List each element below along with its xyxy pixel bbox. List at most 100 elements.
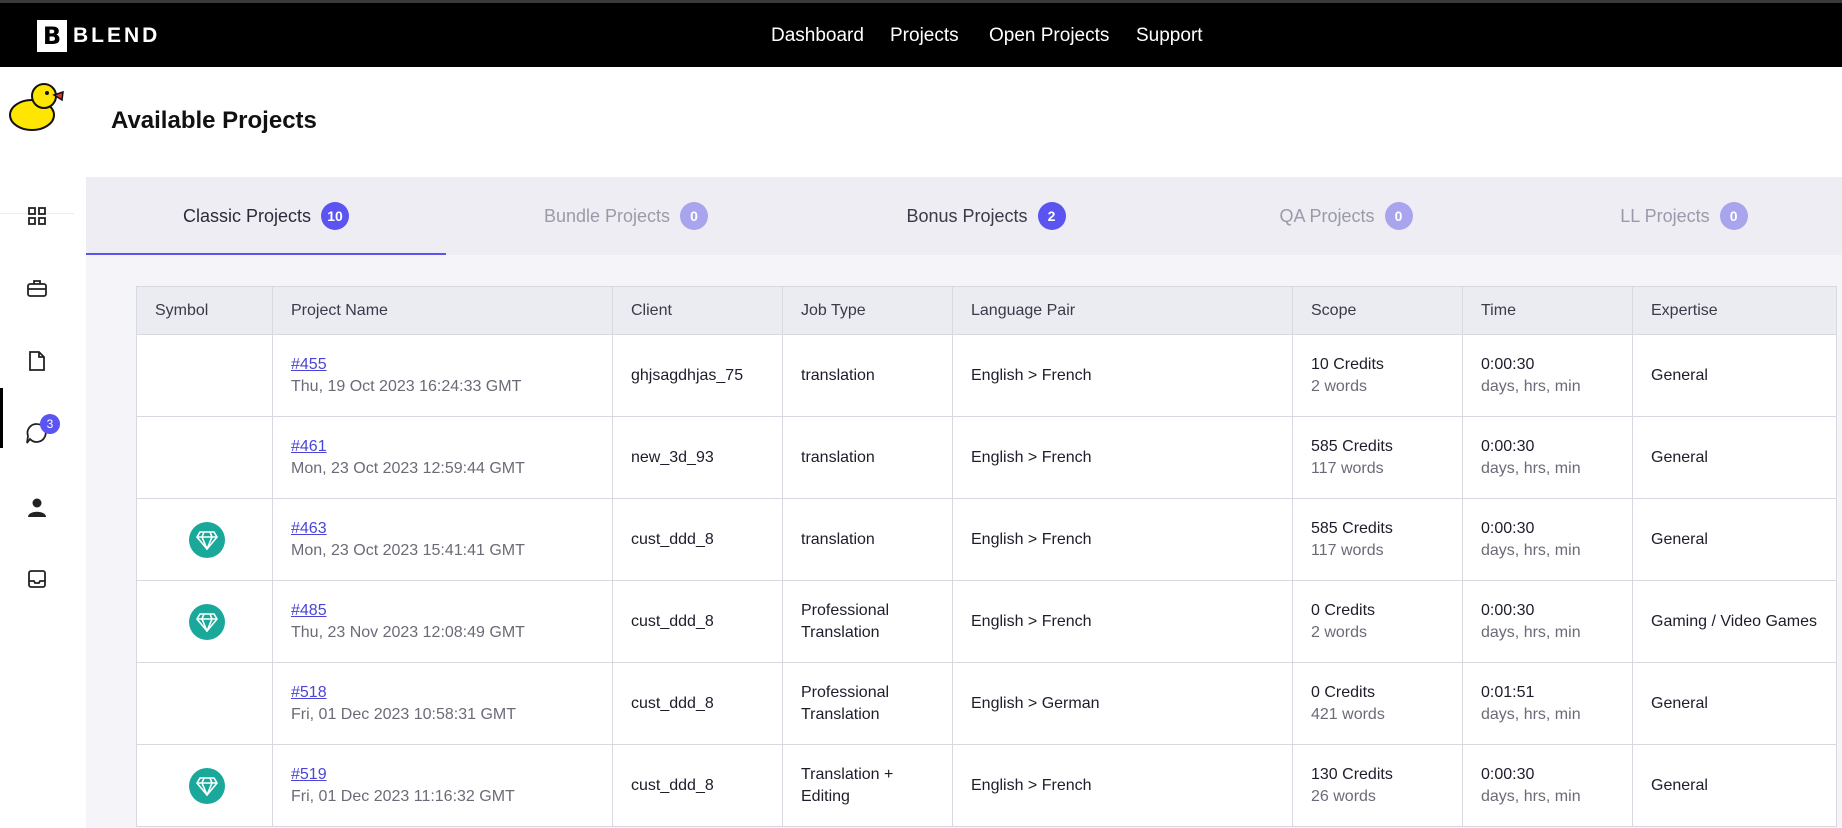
project-link[interactable]: #461: [291, 436, 612, 458]
project-link[interactable]: #519: [291, 764, 612, 786]
expertise-cell: General: [1632, 334, 1837, 417]
job-type-cell: Professional Translation: [782, 662, 953, 745]
language-pair-cell: English > French: [952, 580, 1293, 663]
symbol-cell: [136, 662, 273, 745]
tab-classic-projects[interactable]: Classic Projects 10: [86, 177, 446, 255]
project-date: Fri, 01 Dec 2023 10:58:31 GMT: [291, 705, 516, 723]
language-pair-cell: English > French: [952, 498, 1293, 581]
nav-dashboard[interactable]: Dashboard: [771, 25, 864, 47]
nav-support[interactable]: Support: [1136, 25, 1203, 47]
project-link[interactable]: #485: [291, 600, 612, 622]
table-row[interactable]: #519 Fri, 01 Dec 2023 11:16:32 GMT cust_dd…: [136, 744, 1837, 827]
diamond-icon: [189, 521, 225, 558]
header-project-name[interactable]: Project Name: [272, 286, 613, 335]
projects-table: Symbol Project Name Client Job Type Lang…: [136, 286, 1837, 827]
scope-words: 26 words: [1311, 787, 1376, 805]
expertise-cell: General: [1632, 498, 1837, 581]
time-cell: 0:00:30 days, hrs, min: [1462, 744, 1633, 827]
tab-label: QA Projects: [1279, 205, 1375, 226]
tab-label: Classic Projects: [182, 205, 312, 226]
job-type-cell: translation: [782, 334, 953, 417]
time-value: 0:00:30: [1481, 601, 1535, 619]
sidebar: 3: [0, 67, 74, 828]
tab-count-badge: 0: [1384, 202, 1413, 230]
scope-credits: 0 Credits: [1311, 683, 1376, 701]
inbox-icon[interactable]: [24, 566, 50, 592]
tab-ll-projects[interactable]: LL Projects 0: [1526, 177, 1842, 255]
client-cell: ghjsagdhjas_75: [612, 334, 783, 417]
language-pair-cell: English > German: [952, 662, 1293, 745]
client-cell: cust_ddd_8: [612, 744, 783, 827]
table-row[interactable]: #455 Thu, 19 Oct 2023 16:24:33 GMT ghjsagd…: [136, 334, 1837, 417]
project-name-cell: #485 Thu, 23 Nov 2023 12:08:49 GMT: [272, 580, 613, 663]
time-unit: days, hrs, min: [1481, 541, 1581, 559]
time-value: 0:00:30: [1481, 519, 1535, 537]
client-cell: cust_ddd_8: [612, 662, 783, 745]
table-row[interactable]: #461 Mon, 23 Oct 2023 12:59:44 GMT new_3d_…: [136, 416, 1837, 499]
tab-count-badge: 0: [680, 202, 709, 230]
header-language-pair[interactable]: Language Pair: [952, 286, 1293, 335]
project-link[interactable]: #518: [291, 682, 612, 704]
header-client[interactable]: Client: [612, 286, 783, 335]
user-icon[interactable]: [24, 494, 50, 520]
symbol-cell: [136, 498, 273, 581]
project-name-cell: #463 Mon, 23 Oct 2023 15:41:41 GMT: [272, 498, 613, 581]
header-symbol[interactable]: Symbol: [136, 286, 273, 335]
duck-logo-icon[interactable]: [8, 79, 64, 138]
grid-icon[interactable]: [24, 203, 50, 229]
page-title: Available Projects: [111, 107, 317, 134]
scope-words: 421 words: [1311, 705, 1385, 723]
language-pair-cell: English > French: [952, 744, 1293, 827]
table-header-row: Symbol Project Name Client Job Type Lang…: [136, 286, 1837, 335]
time-value: 0:00:30: [1481, 437, 1535, 455]
table-row[interactable]: #485 Thu, 23 Nov 2023 12:08:49 GMT cust_dd…: [136, 580, 1837, 663]
header-time[interactable]: Time: [1462, 286, 1633, 335]
job-type-text: Translation + Editing: [801, 765, 894, 805]
time-value: 0:00:30: [1481, 355, 1535, 373]
symbol-cell: [136, 334, 273, 417]
time-unit: days, hrs, min: [1481, 705, 1581, 723]
tab-qa-projects[interactable]: QA Projects 0: [1166, 177, 1526, 255]
client-cell: cust_ddd_8: [612, 580, 783, 663]
tab-label: Bonus Projects: [906, 205, 1028, 226]
header-expertise[interactable]: Expertise: [1632, 286, 1837, 335]
project-link[interactable]: #455: [291, 354, 612, 376]
time-cell: 0:01:51 days, hrs, min: [1462, 662, 1633, 745]
project-date: Thu, 23 Nov 2023 12:08:49 GMT: [291, 623, 525, 641]
scope-words: 117 words: [1311, 459, 1384, 477]
expertise-cell: General: [1632, 744, 1837, 827]
tab-count-badge: 2: [1037, 202, 1066, 230]
scope-words: 2 words: [1311, 623, 1368, 641]
tab-bundle-projects[interactable]: Bundle Projects 0: [446, 177, 806, 255]
job-type-cell: Translation + Editing: [782, 744, 953, 827]
tab-count-badge: 0: [1719, 202, 1748, 230]
job-type-cell: translation: [782, 416, 953, 499]
tab-bonus-projects[interactable]: Bonus Projects 2: [806, 177, 1166, 255]
nav-projects[interactable]: Projects: [890, 25, 959, 47]
scope-credits: 585 Credits: [1311, 519, 1393, 537]
table-row[interactable]: #463 Mon, 23 Oct 2023 15:41:41 GMT cust_dd…: [136, 498, 1837, 581]
chat-notification-badge: 3: [40, 414, 60, 434]
time-cell: 0:00:30 days, hrs, min: [1462, 416, 1633, 499]
scope-cell: 10 Credits 2 words: [1292, 334, 1463, 417]
nav-open-projects[interactable]: Open Projects: [989, 25, 1109, 47]
job-type-text: translation: [801, 530, 875, 548]
tab-label: Bundle Projects: [543, 205, 671, 226]
job-type-text: translation: [801, 366, 875, 384]
document-icon[interactable]: [24, 348, 50, 374]
expertise-cell: General: [1632, 416, 1837, 499]
scope-words: 117 words: [1311, 541, 1384, 559]
time-unit: days, hrs, min: [1481, 459, 1581, 477]
project-link[interactable]: #463: [291, 518, 612, 540]
project-date: Thu, 19 Oct 2023 16:24:33 GMT: [291, 377, 522, 395]
job-type-cell: Professional Translation: [782, 580, 953, 663]
sidebar-active-indicator: [0, 388, 3, 448]
header-scope[interactable]: Scope: [1292, 286, 1463, 335]
time-unit: days, hrs, min: [1481, 623, 1581, 641]
briefcase-icon[interactable]: [24, 275, 50, 301]
table-row[interactable]: #518 Fri, 01 Dec 2023 10:58:31 GMT cust_dd…: [136, 662, 1837, 745]
symbol-cell: [136, 416, 273, 499]
time-cell: 0:00:30 days, hrs, min: [1462, 580, 1633, 663]
header-job-type[interactable]: Job Type: [782, 286, 953, 335]
project-date: Fri, 01 Dec 2023 11:16:32 GMT: [291, 787, 515, 805]
